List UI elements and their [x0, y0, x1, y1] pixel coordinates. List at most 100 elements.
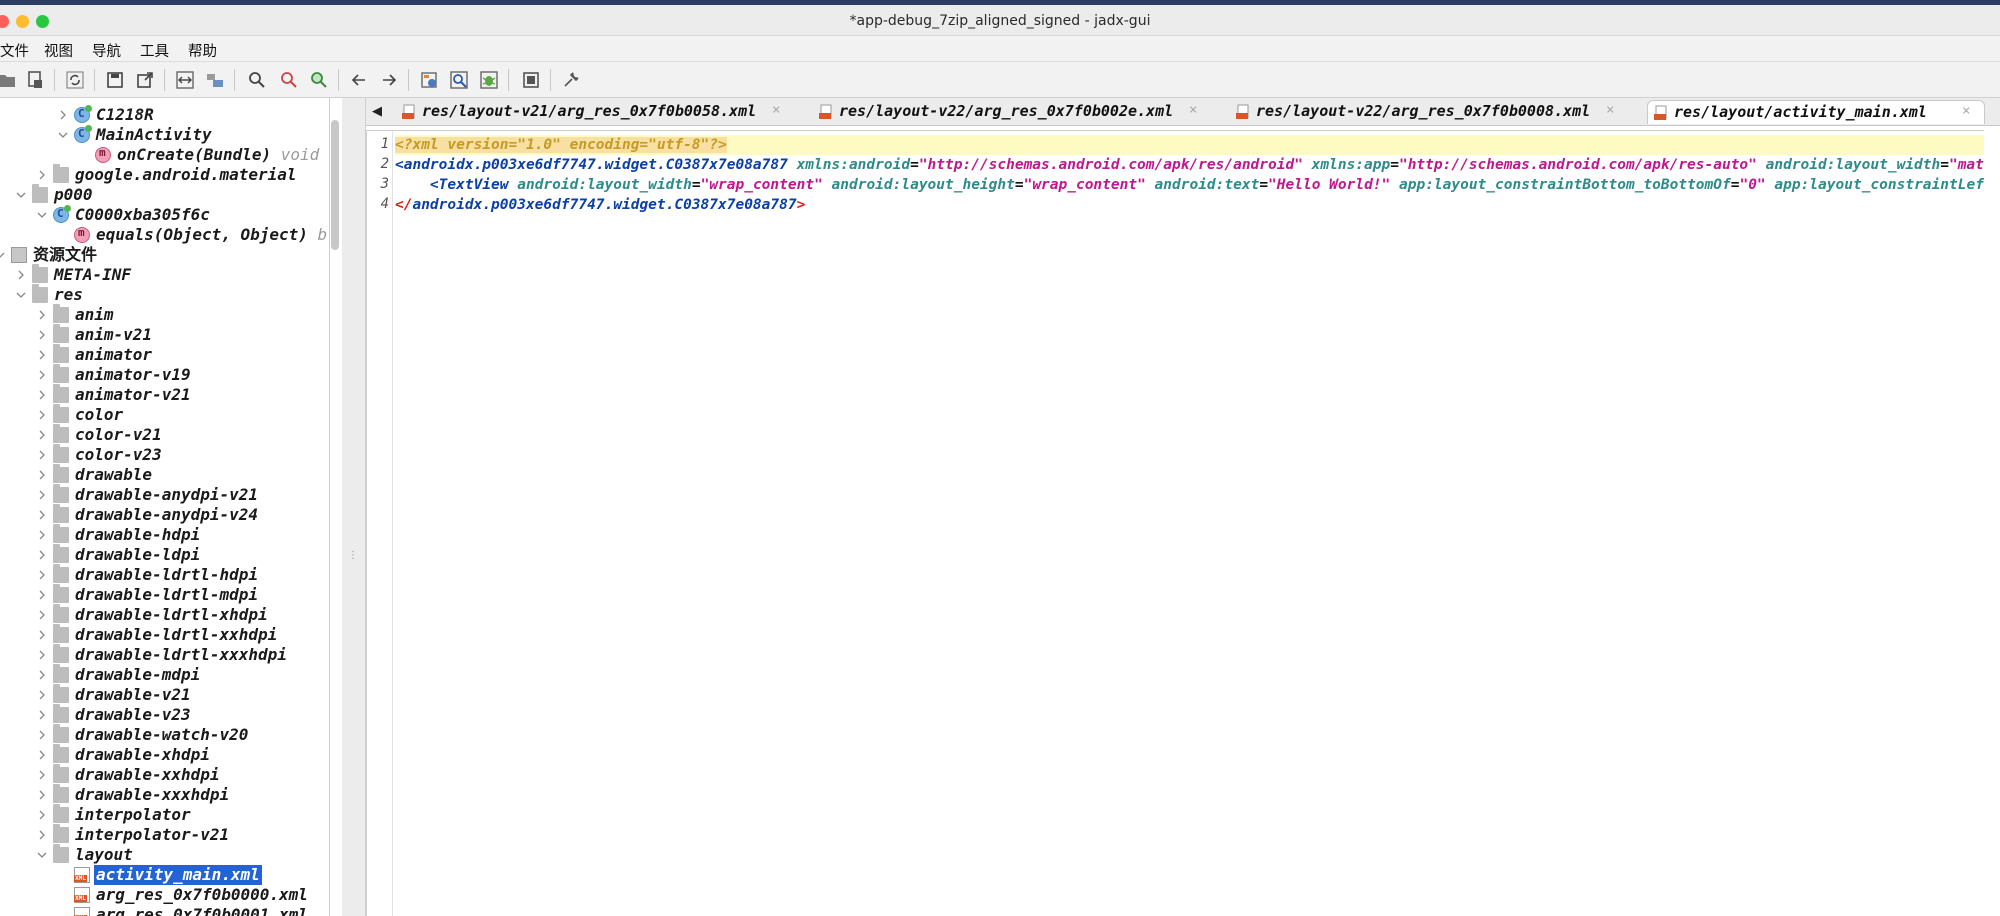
- chevron-down-icon[interactable]: [15, 288, 27, 302]
- chevron-right-icon[interactable]: [36, 748, 48, 762]
- tree-row[interactable]: anim: [0, 304, 329, 325]
- close-tab-icon[interactable]: ×: [1606, 102, 1614, 118]
- tree-row[interactable]: color: [0, 404, 329, 425]
- chevron-right-icon[interactable]: [36, 688, 48, 702]
- back-icon[interactable]: [346, 67, 372, 93]
- tree-row[interactable]: C1218R: [0, 105, 329, 125]
- chevron-right-icon[interactable]: [36, 548, 48, 562]
- editor-tab[interactable]: res/layout-v22/arg_res_0x7f0b0008.xml ×: [1230, 100, 1630, 124]
- tree-row[interactable]: drawable-ldrtl-xxxhdpi: [0, 644, 329, 665]
- chevron-right-icon[interactable]: [36, 668, 48, 682]
- find-class-icon[interactable]: [276, 67, 302, 93]
- code-line[interactable]: </androidx.p003xe6df7747.widget.C0387x7e…: [395, 195, 805, 215]
- tree-row[interactable]: res: [0, 284, 329, 305]
- chevron-right-icon[interactable]: [36, 308, 48, 322]
- chevron-right-icon[interactable]: [36, 768, 48, 782]
- tree-row[interactable]: google.android.material: [0, 164, 329, 185]
- quark-icon[interactable]: [416, 67, 442, 93]
- chevron-right-icon[interactable]: [36, 628, 48, 642]
- tab-scroll-left-icon[interactable]: ◀: [372, 104, 382, 119]
- tree-scrollbar[interactable]: [331, 120, 339, 250]
- chevron-right-icon[interactable]: [36, 568, 48, 582]
- tree-row[interactable]: drawable-xxhdpi: [0, 764, 329, 785]
- chevron-right-icon[interactable]: [36, 348, 48, 362]
- tree-row[interactable]: color-v21: [0, 424, 329, 445]
- chevron-right-icon[interactable]: [36, 448, 48, 462]
- tree-row[interactable]: arg_res_0x7f0b0000.xml: [0, 885, 329, 905]
- flatten-packages-icon[interactable]: [202, 67, 228, 93]
- tree-row[interactable]: MainActivity: [0, 125, 329, 145]
- tree-row[interactable]: drawable-watch-v20: [0, 724, 329, 745]
- menu-help[interactable]: 帮助: [188, 40, 217, 61]
- editor-tab[interactable]: res/layout-v22/arg_res_0x7f0b002e.xml ×: [813, 100, 1213, 124]
- debug-icon[interactable]: [476, 67, 502, 93]
- chevron-right-icon[interactable]: [36, 368, 48, 382]
- export-icon[interactable]: [132, 67, 158, 93]
- tree-row[interactable]: drawable-ldrtl-xhdpi: [0, 604, 329, 625]
- chevron-right-icon[interactable]: [36, 508, 48, 522]
- code-line[interactable]: <?xml version="1.0" encoding="utf-8"?>: [395, 135, 1984, 155]
- tree-row[interactable]: drawable-v21: [0, 684, 329, 705]
- editor-tab[interactable]: res/layout-v21/arg_res_0x7f0b0058.xml ×: [396, 100, 796, 124]
- forward-icon[interactable]: [376, 67, 402, 93]
- chevron-down-icon[interactable]: [36, 848, 48, 862]
- search-icon[interactable]: [244, 67, 270, 93]
- add-file-icon[interactable]: [22, 67, 48, 93]
- chevron-right-icon[interactable]: [36, 648, 48, 662]
- menu-file[interactable]: 文件: [0, 40, 29, 61]
- chevron-right-icon[interactable]: [36, 528, 48, 542]
- tree-row[interactable]: drawable-hdpi: [0, 524, 329, 545]
- tree-row[interactable]: equals(Object, Object) b: [0, 225, 329, 245]
- tree-row[interactable]: drawable-ldrtl-xxhdpi: [0, 624, 329, 645]
- sync-icon[interactable]: [62, 67, 88, 93]
- tree-row[interactable]: anim-v21: [0, 324, 329, 345]
- chevron-down-icon[interactable]: [36, 208, 48, 222]
- chevron-right-icon[interactable]: [36, 728, 48, 742]
- close-tab-icon[interactable]: ×: [772, 102, 780, 118]
- editor-tab[interactable]: res/layout/activity_main.xml ×: [1647, 100, 1985, 124]
- decompile-all-icon[interactable]: [446, 67, 472, 93]
- chevron-right-icon[interactable]: [36, 708, 48, 722]
- save-icon[interactable]: [102, 67, 128, 93]
- tree-row[interactable]: p000: [0, 184, 329, 205]
- tree-row[interactable]: C0000xba305f6c: [0, 205, 329, 225]
- chevron-right-icon[interactable]: [36, 168, 48, 182]
- tree-row[interactable]: drawable-v23: [0, 704, 329, 725]
- tree-row[interactable]: drawable-ldpi: [0, 544, 329, 565]
- chevron-down-icon[interactable]: [0, 248, 6, 262]
- chevron-right-icon[interactable]: [36, 588, 48, 602]
- sync-tree-icon[interactable]: [172, 67, 198, 93]
- code-editor[interactable]: 1 2 3 4 <?xml version="1.0" encoding="utf-8…: [366, 130, 1984, 916]
- chevron-right-icon[interactable]: [36, 388, 48, 402]
- close-tab-icon[interactable]: ×: [1189, 102, 1197, 118]
- menu-tools[interactable]: 工具: [140, 40, 169, 61]
- code-line[interactable]: <androidx.p003xe6df7747.widget.C0387x7e0…: [395, 155, 1984, 175]
- chevron-right-icon[interactable]: [15, 268, 27, 282]
- tree-row[interactable]: arg_res_0x7f0b0001.xml: [0, 905, 329, 916]
- chevron-down-icon[interactable]: [15, 188, 27, 202]
- tree-row[interactable]: drawable-mdpi: [0, 664, 329, 685]
- chevron-right-icon[interactable]: [36, 468, 48, 482]
- chevron-right-icon[interactable]: [36, 808, 48, 822]
- menu-navigate[interactable]: 导航: [92, 40, 121, 61]
- find-usage-icon[interactable]: [306, 67, 332, 93]
- chevron-right-icon[interactable]: [36, 608, 48, 622]
- tree-row[interactable]: drawable-ldrtl-hdpi: [0, 564, 329, 585]
- tree-row[interactable]: drawable-xhdpi: [0, 744, 329, 765]
- tree-row[interactable]: animator-v19: [0, 364, 329, 385]
- chevron-right-icon[interactable]: [36, 488, 48, 502]
- close-tab-icon[interactable]: ×: [1962, 103, 1970, 119]
- tree-row[interactable]: color-v23: [0, 444, 329, 465]
- code-line[interactable]: <TextView android:layout_width="wrap_con…: [395, 175, 1984, 195]
- tree-row[interactable]: META-INF: [0, 264, 329, 285]
- tree-row[interactable]: animator: [0, 344, 329, 365]
- menu-view[interactable]: 视图: [44, 40, 73, 61]
- chevron-right-icon[interactable]: [57, 108, 69, 122]
- tree-row[interactable]: animator-v21: [0, 384, 329, 405]
- tree-row[interactable]: onCreate(Bundle) void: [0, 145, 329, 165]
- project-tree[interactable]: C1218RMainActivityonCreate(Bundle) voidg…: [0, 98, 330, 916]
- chevron-right-icon[interactable]: [36, 408, 48, 422]
- chevron-right-icon[interactable]: [36, 828, 48, 842]
- chevron-right-icon[interactable]: [36, 328, 48, 342]
- tree-row[interactable]: interpolator: [0, 804, 329, 825]
